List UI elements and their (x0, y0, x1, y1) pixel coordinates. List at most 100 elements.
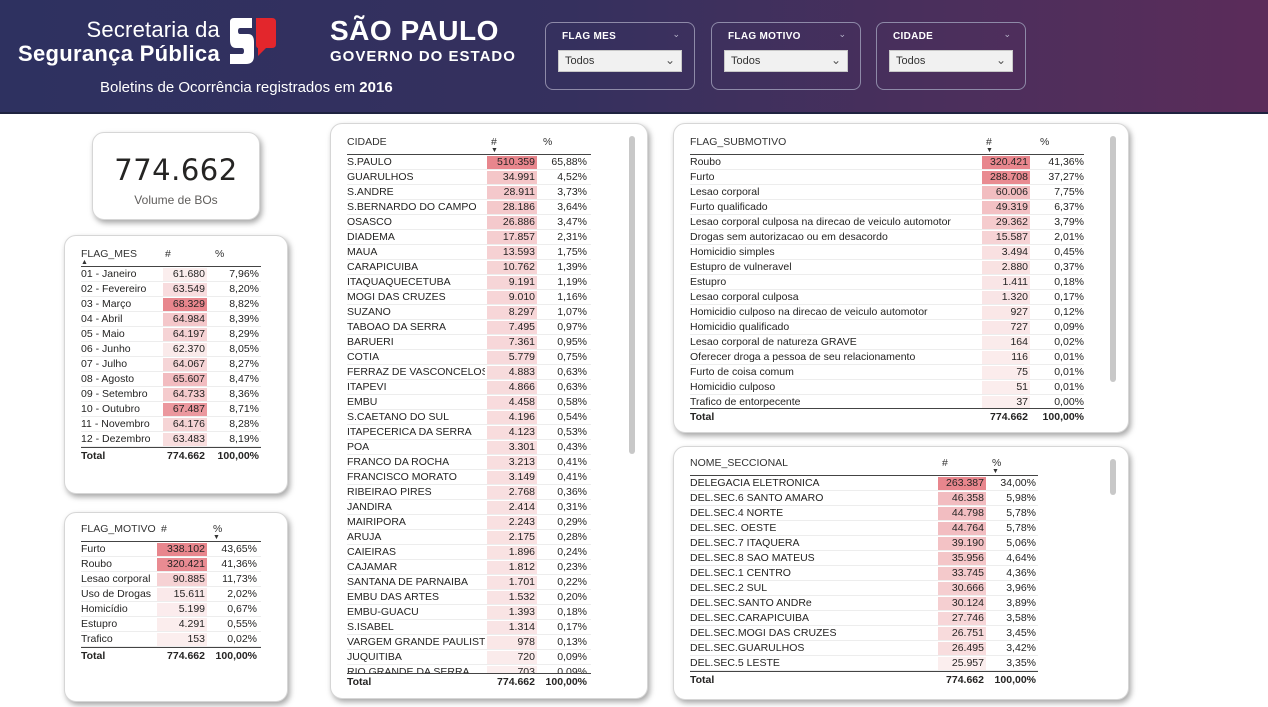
table-row[interactable]: Estupro 4.291 0,55% (81, 617, 261, 632)
table-row[interactable]: Oferecer droga a pessoa de seu relaciona… (690, 350, 1084, 365)
table-row[interactable]: Furto qualificado 49.319 6,37% (690, 200, 1084, 215)
table-row[interactable]: 06 - Junho 62.370 8,05% (81, 342, 261, 357)
table-row[interactable]: TABOAO DA SERRA 7.495 0,97% (347, 320, 591, 335)
table-row[interactable]: DELEGACIA ELETRONICA 263.387 34,00% (690, 476, 1038, 491)
table-row[interactable]: EMBU DAS ARTES 1.532 0,20% (347, 590, 591, 605)
table-row[interactable]: DEL.SEC.2 SUL 30.666 3,96% (690, 581, 1038, 596)
table-row[interactable]: 10 - Outubro 67.487 8,71% (81, 402, 261, 417)
table-row[interactable]: DEL.SEC.6 SANTO AMARO 46.358 5,98% (690, 491, 1038, 506)
table-row[interactable]: S.ISABEL 1.314 0,17% (347, 620, 591, 635)
table-row[interactable]: Uso de Drogas 15.611 2,02% (81, 587, 261, 602)
column-header-name[interactable]: CIDADE (347, 136, 387, 148)
slicer-cidade[interactable]: CIDADE ⌄ Todos ⌄ (876, 22, 1026, 90)
table-row[interactable]: MOGI DAS CRUZES 9.010 1,16% (347, 290, 591, 305)
table-row[interactable]: MAIRIPORA 2.243 0,29% (347, 515, 591, 530)
table-row[interactable]: 12 - Dezembro 63.483 8,19% (81, 432, 261, 447)
table-row[interactable]: 03 - Março 68.329 8,82% (81, 297, 261, 312)
table-row[interactable]: POA 3.301 0,43% (347, 440, 591, 455)
table-row[interactable]: 09 - Setembro 64.733 8,36% (81, 387, 261, 402)
table-row[interactable]: CAJAMAR 1.812 0,23% (347, 560, 591, 575)
table-row[interactable]: COTIA 5.779 0,75% (347, 350, 591, 365)
column-header-count[interactable]: # (161, 523, 167, 535)
table-row[interactable]: Lesao corporal 60.006 7,75% (690, 185, 1084, 200)
table-row[interactable]: Trafico de entorpecente 37 0,00% (690, 395, 1084, 408)
slicer-dropdown[interactable]: Todos ⌄ (558, 50, 682, 72)
table-row[interactable]: VARGEM GRANDE PAULISTA 978 0,13% (347, 635, 591, 650)
table-row[interactable]: CAIEIRAS 1.896 0,24% (347, 545, 591, 560)
table-row[interactable]: BARUERI 7.361 0,95% (347, 335, 591, 350)
table-row[interactable]: S.BERNARDO DO CAMPO 28.186 3,64% (347, 200, 591, 215)
table-row[interactable]: Homicidio qualificado 727 0,09% (690, 320, 1084, 335)
column-header-count[interactable]: # (942, 457, 948, 469)
table-row[interactable]: ITAQUAQUECETUBA 9.191 1,19% (347, 275, 591, 290)
table-row[interactable]: Furto 338.102 43,65% (81, 542, 261, 557)
table-row[interactable]: FRANCISCO MORATO 3.149 0,41% (347, 470, 591, 485)
table-row[interactable]: 01 - Janeiro 61.680 7,96% (81, 267, 261, 282)
table-row[interactable]: Estupro de vulneravel 2.880 0,37% (690, 260, 1084, 275)
table-row[interactable]: DEL.SEC.GUARULHOS 26.495 3,42% (690, 641, 1038, 656)
table-row[interactable]: EMBU-GUACU 1.393 0,18% (347, 605, 591, 620)
table-row[interactable]: 04 - Abril 64.984 8,39% (81, 312, 261, 327)
table-row[interactable]: DEL.SEC.5 LESTE 25.957 3,35% (690, 656, 1038, 671)
column-header-percent[interactable]: % (1040, 136, 1049, 148)
table-row[interactable]: 02 - Fevereiro 63.549 8,20% (81, 282, 261, 297)
table-row[interactable]: Lesao corporal culposa na direcao de vei… (690, 215, 1084, 230)
table-row[interactable]: 11 - Novembro 64.176 8,28% (81, 417, 261, 432)
table-row[interactable]: SANTANA DE PARNAIBA 1.701 0,22% (347, 575, 591, 590)
column-header-percent[interactable]: % (543, 136, 552, 148)
table-row[interactable]: JUQUITIBA 720 0,09% (347, 650, 591, 665)
table-row[interactable]: Drogas sem autorizacao ou em desacordo 15… (690, 230, 1084, 245)
table-row[interactable]: ITAPECERICA DA SERRA 4.123 0,53% (347, 425, 591, 440)
chevron-down-icon[interactable]: ⌄ (672, 29, 680, 40)
submotivo-scrollbar[interactable] (1110, 136, 1116, 382)
cidade-scrollbar[interactable] (629, 136, 635, 454)
table-row[interactable]: RIBEIRAO PIRES 2.768 0,36% (347, 485, 591, 500)
table-row[interactable]: Trafico 153 0,02% (81, 632, 261, 647)
table-row[interactable]: S.CAETANO DO SUL 4.196 0,54% (347, 410, 591, 425)
sort-arrow-icon[interactable]: ▼ (491, 147, 498, 154)
slicer-dropdown[interactable]: Todos ⌄ (889, 50, 1013, 72)
table-row[interactable]: DEL.SEC. OESTE 44.764 5,78% (690, 521, 1038, 536)
column-header-count[interactable]: # (165, 248, 171, 260)
table-row[interactable]: GUARULHOS 34.991 4,52% (347, 170, 591, 185)
table-row[interactable]: S.PAULO 510.359 65,88% (347, 155, 591, 170)
table-row[interactable]: Furto de coisa comum 75 0,01% (690, 365, 1084, 380)
table-row[interactable]: Homicidio culposo na direcao de veiculo … (690, 305, 1084, 320)
table-row[interactable]: FRANCO DA ROCHA 3.213 0,41% (347, 455, 591, 470)
column-header-name[interactable]: NOME_SECCIONAL (690, 457, 788, 469)
column-header-percent[interactable]: % (215, 248, 224, 260)
chevron-down-icon[interactable]: ⌄ (1003, 29, 1011, 40)
table-row[interactable]: DEL.SEC.7 ITAQUERA 39.190 5,06% (690, 536, 1038, 551)
table-row[interactable]: Lesao corporal culposa 1.320 0,17% (690, 290, 1084, 305)
table-row[interactable]: DEL.SEC.SANTO ANDRe 30.124 3,89% (690, 596, 1038, 611)
table-row[interactable]: DEL.SEC.1 CENTRO 33.745 4,36% (690, 566, 1038, 581)
sort-arrow-icon[interactable]: ▲ (81, 259, 88, 266)
table-row[interactable]: 07 - Julho 64.067 8,27% (81, 357, 261, 372)
table-row[interactable]: Estupro 1.411 0,18% (690, 275, 1084, 290)
table-row[interactable]: Roubo 320.421 41,36% (81, 557, 261, 572)
table-row[interactable]: CARAPICUIBA 10.762 1,39% (347, 260, 591, 275)
table-row[interactable]: DEL.SEC.8 SAO MATEUS 35.956 4,64% (690, 551, 1038, 566)
table-row[interactable]: DEL.SEC.CARAPICUIBA 27.746 3,58% (690, 611, 1038, 626)
table-row[interactable]: RIO GRANDE DA SERRA 703 0,09% (347, 665, 591, 673)
table-row[interactable]: Lesao corporal 90.885 11,73% (81, 572, 261, 587)
table-row[interactable]: MAUA 13.593 1,75% (347, 245, 591, 260)
slicer-flag-mes[interactable]: FLAG MES ⌄ Todos ⌄ (545, 22, 695, 90)
slicer-flag-motivo[interactable]: FLAG MOTIVO ⌄ Todos ⌄ (711, 22, 861, 90)
table-row[interactable]: Homicídio 5.199 0,67% (81, 602, 261, 617)
sort-arrow-icon[interactable]: ▼ (213, 534, 220, 541)
sort-arrow-icon[interactable]: ▼ (992, 468, 999, 475)
chevron-down-icon[interactable]: ⌄ (838, 29, 846, 40)
table-row[interactable]: Furto 288.708 37,27% (690, 170, 1084, 185)
table-row[interactable]: SUZANO 8.297 1,07% (347, 305, 591, 320)
table-row[interactable]: 08 - Agosto 65.607 8,47% (81, 372, 261, 387)
slicer-dropdown[interactable]: Todos ⌄ (724, 50, 848, 72)
column-header-name[interactable]: FLAG_MES (81, 248, 137, 260)
table-row[interactable]: Roubo 320.421 41,36% (690, 155, 1084, 170)
table-row[interactable]: OSASCO 26.886 3,47% (347, 215, 591, 230)
seccional-scrollbar[interactable] (1110, 459, 1116, 495)
table-row[interactable]: S.ANDRE 28.911 3,73% (347, 185, 591, 200)
table-row[interactable]: ITAPEVI 4.866 0,63% (347, 380, 591, 395)
table-row[interactable]: DEL.SEC.4 NORTE 44.798 5,78% (690, 506, 1038, 521)
table-row[interactable]: FERRAZ DE VASCONCELOS 4.883 0,63% (347, 365, 591, 380)
